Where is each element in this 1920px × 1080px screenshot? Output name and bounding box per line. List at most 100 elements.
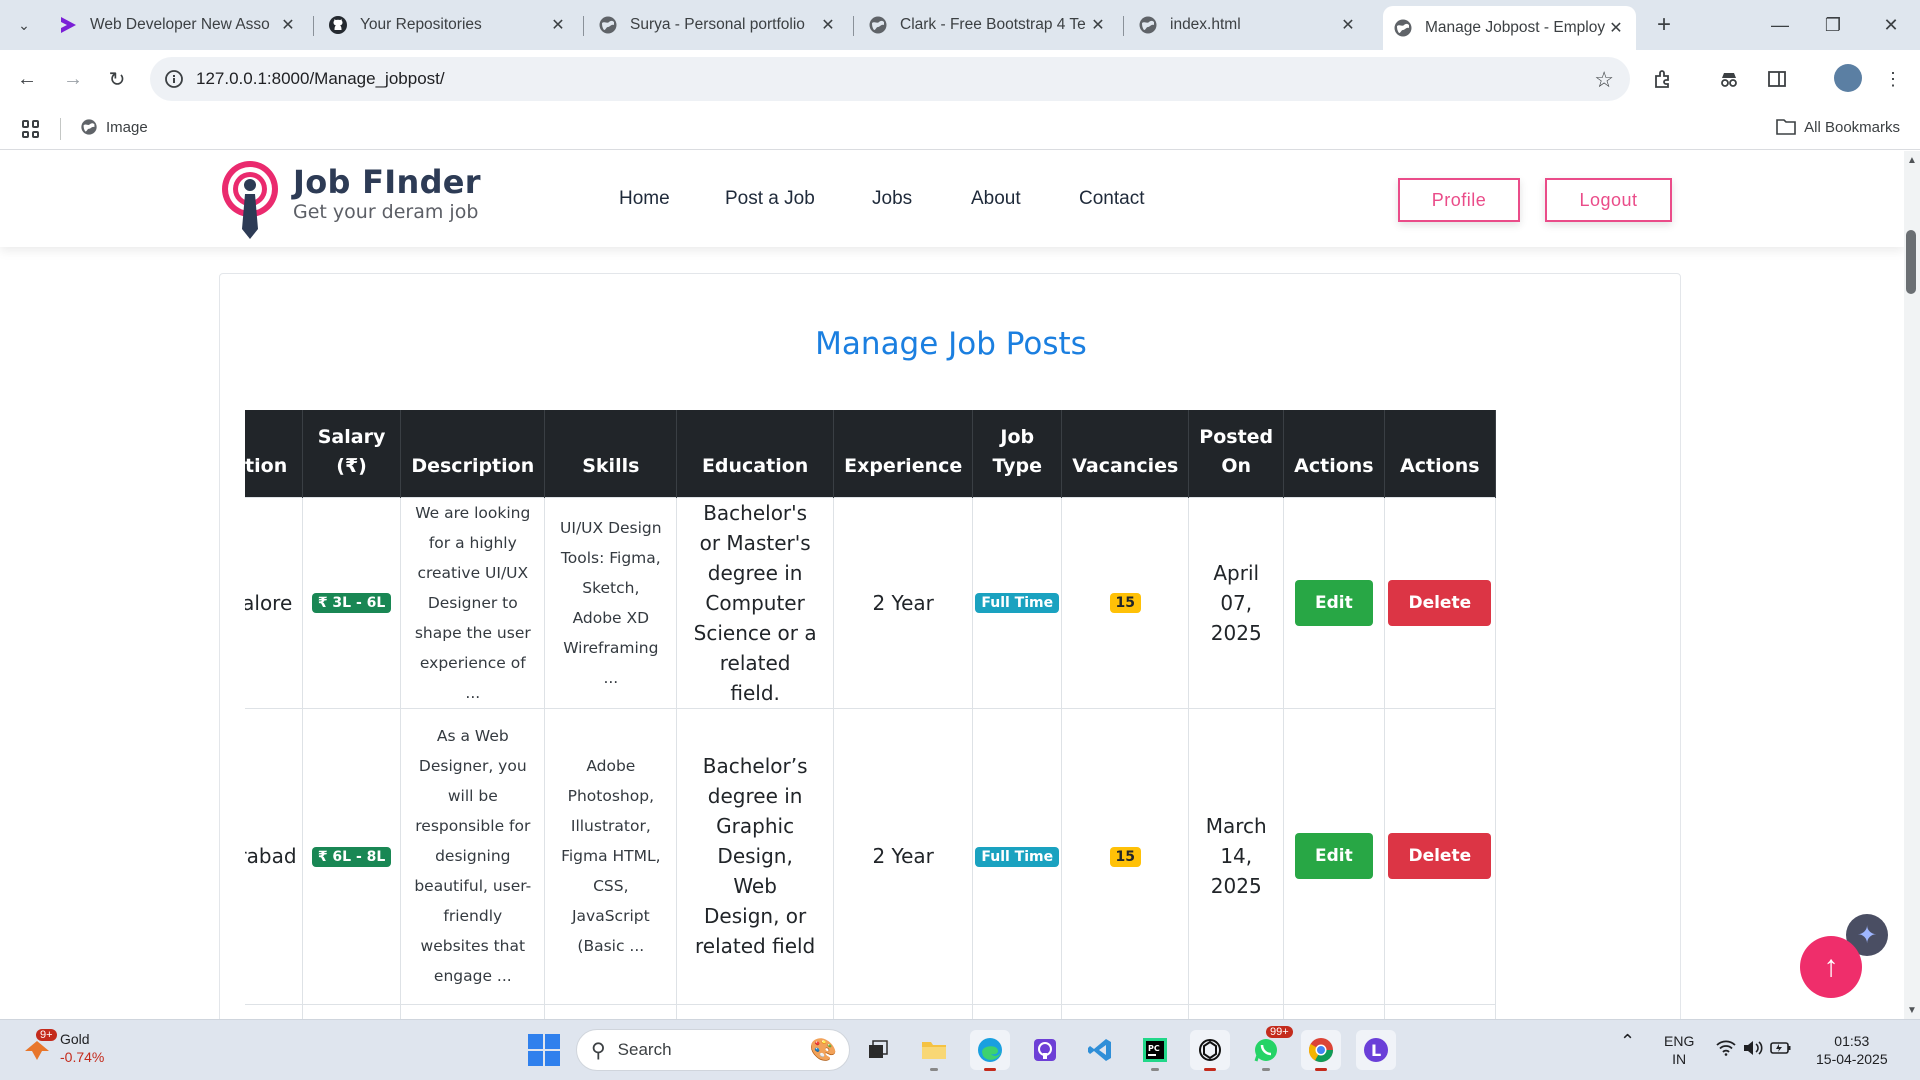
cell-location: Bangalore [245, 496, 304, 709]
clock[interactable]: 01:53 15-04-2025 [1816, 1032, 1888, 1068]
site-info-icon[interactable] [164, 69, 184, 89]
svg-text:L: L [1371, 1041, 1381, 1060]
wifi-icon[interactable] [1716, 1040, 1736, 1060]
extensions-icon[interactable] [1650, 66, 1676, 92]
pycharm-icon[interactable]: PC [1135, 1030, 1175, 1071]
input-language[interactable]: ENG IN [1664, 1032, 1694, 1068]
cell-experience: 2 Year [833, 496, 974, 709]
job-finder-logo [222, 161, 278, 239]
whatsapp-icon[interactable]: 99+ [1246, 1026, 1293, 1071]
job-posts-table: y Location Salary (₹) Description Skills… [245, 410, 1497, 1019]
close-tab-icon[interactable]: ✕ [1088, 15, 1108, 35]
battery-icon[interactable] [1770, 1040, 1792, 1060]
cell-education: Bachelor's or Master's degree in Compute… [676, 496, 835, 709]
bookmark-star-icon[interactable]: ☆ [1594, 67, 1614, 93]
browser-tab-active[interactable]: Manage Jobpost - Employ ✕ [1383, 6, 1636, 50]
profile-button[interactable]: Profile [1398, 178, 1520, 222]
cell-delete: Delete [1383, 707, 1497, 1005]
scroll-up-arrow-icon[interactable]: ▲ [1904, 152, 1920, 168]
close-window-icon[interactable]: ✕ [1871, 10, 1911, 40]
tab-divider [583, 16, 584, 36]
close-tab-icon[interactable]: ✕ [548, 15, 568, 35]
brand[interactable]: Job FInder Get your deram job [293, 163, 481, 223]
bookmark-divider [60, 118, 61, 140]
nav-about[interactable]: About [971, 188, 1021, 210]
scrollbar-thumb[interactable] [1906, 230, 1916, 294]
browser-menu-icon[interactable]: ⋮ [1880, 66, 1906, 92]
globe-icon [868, 15, 888, 35]
app-l-icon[interactable]: L [1356, 1030, 1396, 1070]
vacancies-badge: 15 [1109, 593, 1141, 613]
tab-search-dropdown-icon[interactable]: ⌄ [10, 12, 38, 38]
browser-tab[interactable]: Clark - Free Bootstrap 4 Te ✕ [858, 8, 1118, 42]
nav-contact[interactable]: Contact [1079, 188, 1144, 210]
scroll-down-arrow-icon[interactable]: ▼ [1904, 1002, 1920, 1018]
browser-toolbar: ← → ↻ 127.0.0.1:8000/Manage_jobpost/ ☆ ⋮ [0, 50, 1920, 108]
windows-taskbar: 9+ Gold -0.74% ⚲ Search 🎨 PC 99+ L ⌃ ENG… [0, 1019, 1920, 1080]
close-tab-icon[interactable]: ✕ [818, 15, 838, 35]
scroll-to-top-button[interactable]: ↑ [1800, 936, 1862, 998]
tab-divider [1123, 16, 1124, 36]
close-tab-icon[interactable]: ✕ [1338, 15, 1358, 35]
folder-icon [1776, 119, 1796, 135]
chatgpt-icon[interactable] [1190, 1030, 1230, 1071]
cell-experience: 2 Year [833, 707, 974, 1005]
edit-button[interactable]: Edit [1295, 833, 1373, 879]
edit-button[interactable]: Edit [1295, 579, 1373, 626]
incognito-icon[interactable] [1716, 66, 1742, 92]
browser-tab[interactable]: index.html ✕ [1128, 8, 1368, 42]
browser-tab[interactable]: Surya - Personal portfolio ✕ [588, 8, 848, 42]
reload-icon[interactable]: ↻ [100, 62, 134, 96]
logout-button[interactable]: Logout [1545, 178, 1672, 222]
bookmark-item[interactable]: Image [80, 118, 148, 136]
cell-description: As a Web Designer, you will be responsib… [400, 707, 546, 1005]
vacancies-badge: 15 [1109, 846, 1141, 867]
cell-skills: Adobe Photoshop, Illustrator, Figma HTML… [544, 707, 678, 1005]
taskbar-search[interactable]: ⚲ Search 🎨 [576, 1029, 850, 1071]
column-header: Posted On [1188, 410, 1285, 497]
job-type-badge: Full Time [975, 846, 1060, 867]
clock-date: 15-04-2025 [1816, 1051, 1888, 1067]
file-explorer-icon[interactable] [914, 1030, 954, 1071]
widget-badge: 9+ [36, 1029, 57, 1041]
widgets-weather[interactable]: 9+ Gold -0.74% [22, 1029, 105, 1066]
cell-posted-on: April 07, 2025 [1188, 496, 1285, 709]
close-tab-icon[interactable]: ✕ [1606, 18, 1626, 38]
url-text: 127.0.0.1:8000/Manage_jobpost/ [196, 69, 445, 88]
browser-tab[interactable]: Web Developer New Asso ✕ [48, 8, 308, 42]
job-table-scroll[interactable]: y Location Salary (₹) Description Skills… [245, 410, 1656, 1019]
delete-button[interactable]: Delete [1388, 833, 1492, 879]
browser-tab[interactable]: Your Repositories ✕ [318, 8, 578, 42]
password-manager-icon[interactable] [1025, 1030, 1065, 1070]
nav-home[interactable]: Home [619, 188, 670, 210]
profile-avatar[interactable] [1834, 64, 1862, 92]
close-tab-icon[interactable]: ✕ [278, 15, 298, 35]
globe-icon [1138, 15, 1158, 35]
address-bar[interactable]: 127.0.0.1:8000/Manage_jobpost/ ☆ [150, 57, 1630, 101]
chrome-icon[interactable] [1301, 1030, 1341, 1071]
apps-grid-icon[interactable] [22, 120, 40, 138]
nav-post-a-job[interactable]: Post a Job [725, 188, 815, 210]
tab-title: Your Repositories [360, 16, 482, 33]
forward-icon[interactable]: → [56, 62, 90, 96]
nav-jobs[interactable]: Jobs [872, 188, 912, 210]
volume-icon[interactable] [1742, 1040, 1764, 1060]
cell-edit: Edit [1283, 707, 1385, 1005]
restore-icon[interactable]: ❐ [1813, 10, 1853, 40]
edge-browser-icon[interactable] [970, 1030, 1010, 1071]
delete-button[interactable]: Delete [1388, 579, 1492, 626]
minimize-icon[interactable]: — [1760, 10, 1800, 40]
all-bookmarks-button[interactable]: All Bookmarks [1776, 118, 1900, 136]
widget-change: -0.74% [60, 1049, 105, 1065]
new-tab-icon[interactable]: + [1650, 11, 1678, 38]
svg-text:PC: PC [1148, 1044, 1160, 1053]
windows-start-icon[interactable] [528, 1034, 560, 1066]
back-icon[interactable]: ← [10, 62, 44, 96]
cell-job-type: Full Time [972, 707, 1063, 1005]
task-view-icon[interactable] [858, 1030, 898, 1070]
vscode-icon[interactable] [1080, 1030, 1120, 1070]
browser-tab-bar: ⌄ Web Developer New Asso ✕ Your Reposito… [0, 0, 1920, 50]
tab-title: Manage Jobpost - Employ [1425, 19, 1606, 36]
show-hidden-icons-chevron-icon[interactable]: ⌃ [1620, 1032, 1635, 1050]
side-panel-icon[interactable] [1764, 66, 1790, 92]
